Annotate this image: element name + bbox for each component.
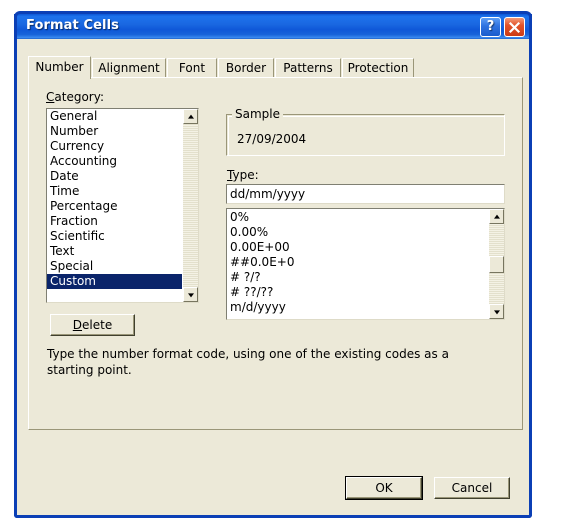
category-item[interactable]: Date xyxy=(47,169,182,184)
category-item[interactable]: Number xyxy=(47,124,182,139)
category-item[interactable]: Accounting xyxy=(47,154,182,169)
tab-font[interactable]: Font xyxy=(167,58,217,78)
category-item[interactable]: Percentage xyxy=(47,199,182,214)
close-glyph xyxy=(508,21,521,34)
category-item[interactable]: Custom xyxy=(47,274,182,289)
tab-protection[interactable]: Protection xyxy=(342,58,414,78)
tab-label: Patterns xyxy=(283,61,333,75)
tab-alignment[interactable]: Alignment xyxy=(92,58,166,78)
type-item[interactable]: 0.00E+00 xyxy=(227,240,488,255)
type-scroll-thumb[interactable] xyxy=(489,256,504,273)
triangle-down-icon xyxy=(493,309,500,314)
tab-number[interactable]: Number xyxy=(28,56,91,79)
type-scrollbar[interactable] xyxy=(488,209,504,319)
category-item[interactable]: Time xyxy=(47,184,182,199)
tab-border[interactable]: Border xyxy=(218,58,274,78)
type-scroll-down-icon[interactable] xyxy=(489,304,504,319)
tab-label: Number xyxy=(35,60,84,74)
category-item[interactable]: General xyxy=(47,109,182,124)
category-item[interactable]: Currency xyxy=(47,139,182,154)
tab-label: Alignment xyxy=(98,61,160,75)
type-item[interactable]: ##0.0E+0 xyxy=(227,255,488,270)
triangle-up-icon xyxy=(187,114,194,119)
description-text: Type the number format code, using one o… xyxy=(47,347,449,377)
number-tab-page: Category: General Number Currency Accountin… xyxy=(28,77,523,430)
window-title: Format Cells xyxy=(26,18,119,33)
ok-button[interactable]: OK xyxy=(345,476,423,500)
sample-value: 27/09/2004 xyxy=(237,132,307,146)
type-input[interactable]: dd/mm/yyyy xyxy=(226,184,505,204)
type-listbox[interactable]: 0% 0.00% 0.00E+00 ##0.0E+0 # ?/? # ??/?? m/d/y… xyxy=(226,208,505,320)
type-item[interactable]: # ?/? xyxy=(227,270,488,285)
tab-strip: Number Alignment Font Border Patterns Protect… xyxy=(28,56,462,79)
cancel-button[interactable]: Cancel xyxy=(434,477,510,499)
category-listbox[interactable]: General Number Currency Accounting Date Time P… xyxy=(46,108,199,303)
delete-button[interactable]: Delete xyxy=(50,314,135,336)
category-item[interactable]: Special xyxy=(47,259,182,274)
tab-label: Protection xyxy=(347,61,409,75)
type-item[interactable]: m/d/yyyy xyxy=(227,300,488,315)
type-item[interactable]: 0.00% xyxy=(227,225,488,240)
tab-label: Border xyxy=(225,61,267,75)
triangle-up-icon xyxy=(493,214,500,219)
sample-legend-label: Sample xyxy=(232,107,283,121)
format-cells-dialog: Format Cells ? Number Alignment Font Border… xyxy=(14,11,532,518)
title-bar[interactable]: Format Cells ? xyxy=(14,11,532,39)
tab-patterns[interactable]: Patterns xyxy=(275,58,341,78)
type-scroll-up-icon[interactable] xyxy=(489,209,504,224)
category-item[interactable]: Scientific xyxy=(47,229,182,244)
type-item[interactable]: # ??/?? xyxy=(227,285,488,300)
category-label: Category: xyxy=(46,90,104,104)
tab-label: Font xyxy=(178,61,206,75)
type-item[interactable]: 0% xyxy=(227,210,488,225)
category-scroll-up-icon[interactable] xyxy=(183,109,198,124)
category-scroll-down-icon[interactable] xyxy=(183,287,198,302)
category-list-items: General Number Currency Accounting Date Time P… xyxy=(47,109,182,289)
type-label: Type: xyxy=(227,168,259,182)
category-scrollbar[interactable] xyxy=(182,109,198,302)
help-icon[interactable]: ? xyxy=(480,17,501,37)
type-list-items: 0% 0.00% 0.00E+00 ##0.0E+0 # ?/? # ??/?? m/d/y… xyxy=(227,210,488,315)
close-icon[interactable] xyxy=(504,17,525,37)
triangle-down-icon xyxy=(187,292,194,297)
category-item[interactable]: Text xyxy=(47,244,182,259)
category-item[interactable]: Fraction xyxy=(47,214,182,229)
